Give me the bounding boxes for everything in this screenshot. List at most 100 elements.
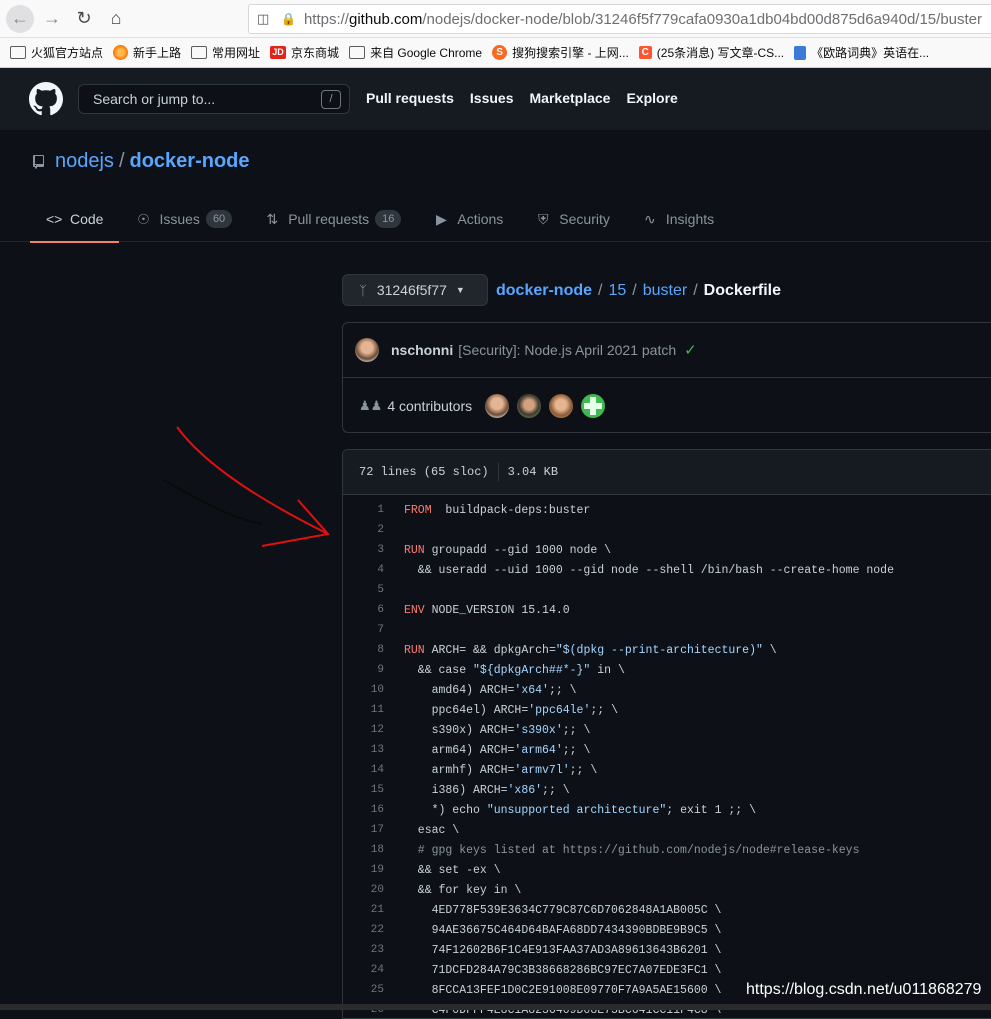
line-number[interactable]: 17 [343, 824, 384, 836]
forward-arrow-icon[interactable]: → [38, 5, 66, 33]
bookmark-item[interactable]: 常用网址 [191, 44, 260, 61]
line-number[interactable]: 13 [343, 744, 384, 756]
nav-explore[interactable]: Explore [626, 90, 677, 106]
lock-icon[interactable]: 🔒 [281, 12, 296, 26]
code-text: RUN groupadd --gid 1000 node \ [384, 544, 611, 557]
line-number[interactable]: 19 [343, 864, 384, 876]
nav-marketplace[interactable]: Marketplace [530, 90, 611, 106]
tab-insights[interactable]: ∿ Insights [626, 196, 730, 242]
branch-name: 31246f5f77 [376, 282, 447, 298]
code-token: ; exit 1 ;; \ [666, 803, 756, 817]
code-token: 74F12602B6F1C4E913FAA37AD3A89613643B6201… [404, 943, 722, 957]
code-line: 4 && useradd --uid 1000 --gid node --she… [343, 560, 991, 580]
nav-pull-requests[interactable]: Pull requests [366, 90, 454, 106]
check-icon[interactable]: ✓ [684, 341, 697, 359]
line-number[interactable]: 9 [343, 664, 384, 676]
home-icon[interactable]: ⌂ [102, 5, 130, 33]
horizontal-scrollbar[interactable] [0, 1004, 991, 1010]
repo-name-link[interactable]: docker-node [130, 150, 250, 173]
branch-select-button[interactable]: ᛉ 31246f5f77 ▼ [342, 274, 488, 306]
line-number[interactable]: 18 [343, 844, 384, 856]
line-number[interactable]: 8 [343, 644, 384, 656]
avatar[interactable] [355, 338, 379, 362]
line-number[interactable]: 16 [343, 804, 384, 816]
code-line: 17 esac \ [343, 820, 991, 840]
code-token: esac \ [404, 823, 460, 837]
commit-row: nschonni [Security]: Node.js April 2021 … [343, 323, 991, 378]
bookmark-item[interactable]: 《欧路词典》英语在... [794, 44, 929, 61]
line-number[interactable]: 25 [343, 984, 384, 996]
code-token: RUN [404, 643, 425, 657]
play-icon: ▶ [435, 210, 447, 227]
search-box[interactable]: / [78, 84, 350, 114]
avatar[interactable] [549, 393, 574, 418]
avatar[interactable] [485, 393, 510, 418]
line-number[interactable]: 5 [343, 584, 384, 596]
line-number[interactable]: 15 [343, 784, 384, 796]
code-line: 19 && set -ex \ [343, 860, 991, 880]
line-number[interactable]: 24 [343, 964, 384, 976]
bookmark-item[interactable]: 来自 Google Chrome [349, 44, 482, 61]
github-logo-icon[interactable] [29, 82, 63, 116]
line-number[interactable]: 23 [343, 944, 384, 956]
line-number[interactable]: 14 [343, 764, 384, 776]
code-token: *) echo [404, 803, 487, 817]
breadcrumb-dir-15[interactable]: 15 [608, 282, 626, 300]
line-number[interactable]: 1 [343, 504, 384, 516]
code-token: ARCH= && dpkgArch= [424, 643, 556, 657]
pull-request-icon: ⇅ [266, 210, 279, 227]
line-number[interactable]: 10 [343, 684, 384, 696]
avatar[interactable] [517, 393, 542, 418]
tab-security[interactable]: ⛨ Security [519, 196, 626, 242]
contributors-count[interactable]: 4 contributors [387, 398, 472, 414]
code-token: i386) ARCH= [404, 783, 508, 797]
tracking-shield-icon[interactable]: ◫ [257, 11, 271, 27]
code-line: 22 94AE36675C464D64BAFA68DD7434390BDBE9B… [343, 920, 991, 940]
code-token: RUN [404, 543, 425, 557]
back-arrow-icon[interactable]: ← [6, 4, 34, 33]
bookmark-item[interactable]: 新手上路 [113, 44, 181, 61]
tab-issues[interactable]: ☉ Issues 60 [119, 196, 248, 242]
bookmark-item[interactable]: JD 京东商城 [270, 44, 339, 61]
repo-tabs: <> Code ☉ Issues 60 ⇅ Pull requests 16 ▶… [0, 196, 991, 243]
code-line: 15 i386) ARCH='x86';; \ [343, 780, 991, 800]
url-bar[interactable]: ◫ 🔒 https://github.com/nodejs/docker-nod… [248, 4, 991, 34]
tab-pull-requests[interactable]: ⇅ Pull requests 16 [248, 196, 417, 242]
code-token: && useradd --uid 1000 --gid node --shell… [404, 563, 894, 577]
people-icon: ♟♟ [359, 397, 383, 413]
line-number[interactable]: 6 [343, 604, 384, 616]
code-text: 71DCFD284A79C3B38668286BC97EC7A07EDE3FC1… [384, 964, 722, 977]
avatar[interactable] [581, 393, 606, 418]
breadcrumb-repo[interactable]: docker-node [496, 282, 592, 300]
bookmark-item[interactable]: 火狐官方站点 [10, 44, 103, 61]
breadcrumb-separator: / [632, 282, 637, 299]
file-size: 3.04 KB [507, 465, 559, 479]
line-number[interactable]: 20 [343, 884, 384, 896]
code-text: && set -ex \ [384, 864, 501, 877]
tab-actions[interactable]: ▶ Actions [417, 196, 519, 242]
repo-owner-link[interactable]: nodejs [55, 150, 114, 173]
breadcrumb-dir-buster[interactable]: buster [643, 282, 687, 300]
code-token: 'x86' [507, 783, 543, 797]
line-number[interactable]: 12 [343, 724, 384, 736]
latest-commit-box: nschonni [Security]: Node.js April 2021 … [342, 322, 991, 433]
commit-message[interactable]: [Security]: Node.js April 2021 patch [458, 342, 676, 358]
contributors-row: ♟♟ 4 contributors [343, 378, 991, 433]
tab-code[interactable]: <> Code [30, 196, 120, 243]
line-number[interactable]: 22 [343, 924, 384, 936]
bookmark-item[interactable]: C (25条消息) 写文章-CS... [638, 44, 784, 61]
line-number[interactable]: 4 [343, 564, 384, 576]
line-number[interactable]: 21 [343, 904, 384, 916]
line-number[interactable]: 2 [343, 524, 384, 536]
search-input[interactable] [91, 90, 311, 108]
bookmark-item[interactable]: S 搜狗搜索引擎 - 上网... [492, 44, 629, 61]
code-icon: <> [46, 211, 63, 227]
nav-issues[interactable]: Issues [470, 90, 514, 106]
code-line: 16 *) echo "unsupported architecture"; e… [343, 800, 991, 820]
reload-icon[interactable]: ↻ [70, 5, 98, 33]
line-number[interactable]: 11 [343, 704, 384, 716]
url-text[interactable]: https://github.com/nodejs/docker-node/bl… [304, 11, 982, 28]
line-number[interactable]: 7 [343, 624, 384, 636]
commit-author-link[interactable]: nschonni [391, 342, 453, 358]
line-number[interactable]: 3 [343, 544, 384, 556]
